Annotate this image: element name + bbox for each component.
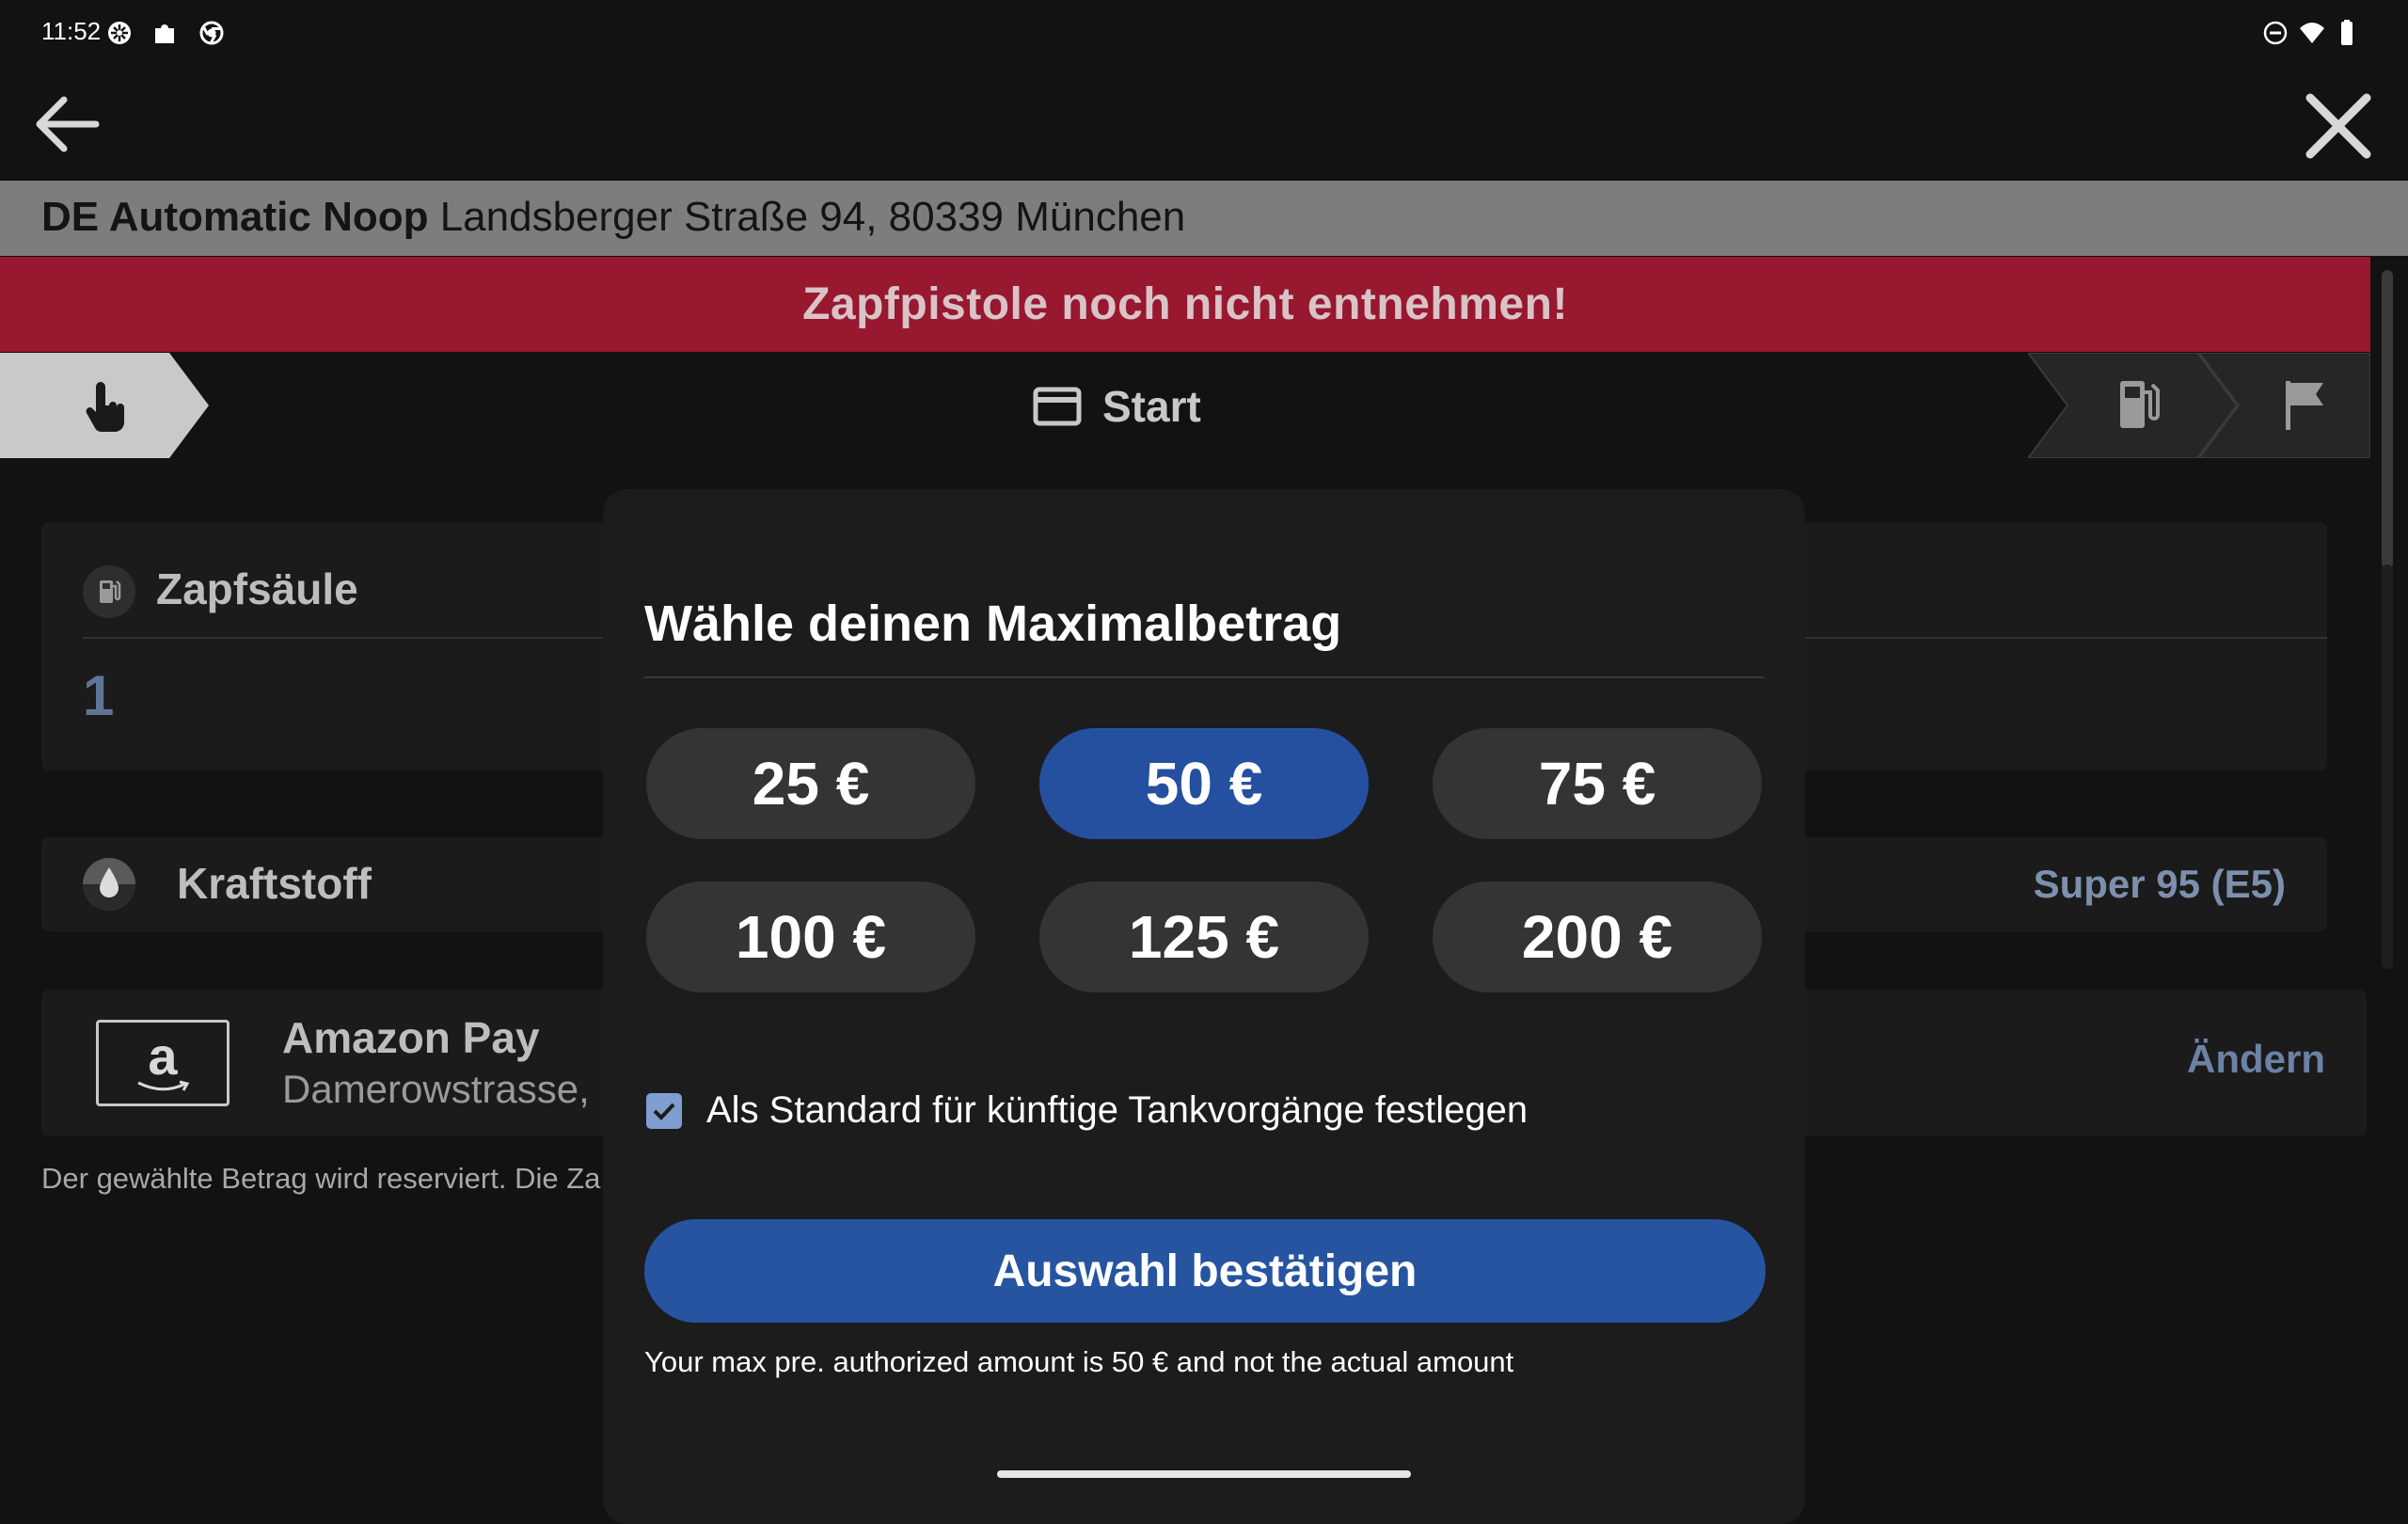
wifi-status-icon bbox=[2298, 19, 2326, 47]
amount-option-50[interactable]: 50 € bbox=[1039, 728, 1369, 839]
reservation-footnote: Der gewählte Betrag wird reserviert. Die… bbox=[41, 1162, 601, 1195]
hand-pointer-icon bbox=[86, 382, 124, 433]
payment-method-title: Amazon Pay bbox=[282, 1013, 540, 1062]
step-start-label: Start bbox=[1102, 382, 1201, 431]
amazon-logo-letter: a bbox=[148, 1026, 178, 1086]
scrollbar-thumb[interactable] bbox=[2382, 270, 2393, 569]
default-amount-checkbox[interactable] bbox=[646, 1092, 682, 1129]
warning-text: Zapfpistole noch nicht entnehmen! bbox=[802, 279, 1568, 329]
pump-card-title: Zapfsäule bbox=[156, 564, 358, 613]
confirm-selection-button[interactable]: Auswahl bestätigen bbox=[644, 1219, 1766, 1323]
amount-option-75[interactable]: 75 € bbox=[1433, 728, 1762, 839]
progress-steps: Start bbox=[0, 353, 2370, 458]
default-amount-label: Als Standard für künftige Tankvorgänge f… bbox=[706, 1089, 1529, 1131]
puzzle-status-icon bbox=[150, 19, 179, 47]
close-icon bbox=[2305, 93, 2371, 159]
amazon-smile-icon bbox=[137, 1080, 190, 1091]
flag-icon bbox=[2286, 381, 2323, 430]
home-indicator[interactable] bbox=[997, 1470, 1411, 1478]
dialog-divider bbox=[644, 676, 1764, 678]
warning-banner: Zapfpistole noch nicht entnehmen! bbox=[0, 257, 2370, 352]
pump-number: 1 bbox=[83, 664, 115, 727]
amount-option-100[interactable]: 100 € bbox=[646, 881, 975, 992]
step-start: Start bbox=[1033, 381, 1201, 432]
checkmark-icon bbox=[653, 1103, 675, 1120]
arrow-left-icon bbox=[36, 96, 100, 152]
status-bar: 11:52 bbox=[0, 0, 2408, 68]
station-address: Landsberger Straße 94, 80339 München bbox=[439, 194, 1186, 240]
max-amount-dialog: Wähle deinen Maximalbetrag 25 € 50 € 75 … bbox=[603, 489, 1805, 1524]
preauth-info-text: Your max pre. authorized amount is 50 € … bbox=[644, 1345, 1514, 1378]
default-amount-row[interactable]: Als Standard für künftige Tankvorgänge f… bbox=[646, 1089, 1528, 1132]
amount-option-125[interactable]: 125 € bbox=[1039, 881, 1369, 992]
back-button[interactable] bbox=[30, 87, 105, 162]
fuel-pump-icon bbox=[83, 565, 135, 618]
chrome-status-icon bbox=[198, 19, 226, 47]
battery-status-icon bbox=[2333, 19, 2361, 47]
scrollbar-track bbox=[2382, 564, 2393, 969]
amazon-logo: a bbox=[96, 1020, 230, 1106]
fuel-drop-icon bbox=[83, 858, 135, 911]
fuel-card-title: Kraftstoff bbox=[177, 859, 372, 908]
station-bar: DE Automatic Noop Landsberger Straße 94,… bbox=[0, 181, 2408, 256]
change-payment-link[interactable]: Ändern bbox=[2187, 1037, 2325, 1082]
dnd-status-icon bbox=[2261, 19, 2289, 47]
dialog-title: Wähle deinen Maximalbetrag bbox=[644, 595, 1342, 652]
payment-address: Damerowstrasse, bbox=[282, 1067, 590, 1111]
credit-card-icon bbox=[1033, 387, 1082, 426]
station-name: DE Automatic Noop bbox=[41, 194, 429, 240]
close-button[interactable] bbox=[2301, 88, 2376, 164]
amount-option-25[interactable]: 25 € bbox=[646, 728, 975, 839]
status-time: 11:52 bbox=[41, 17, 102, 45]
settings-status-icon bbox=[105, 19, 134, 47]
amount-option-200[interactable]: 200 € bbox=[1433, 881, 1762, 992]
fuel-pump-icon bbox=[2120, 381, 2160, 428]
fuel-type-value: Super 95 (E5) bbox=[2033, 862, 2286, 906]
